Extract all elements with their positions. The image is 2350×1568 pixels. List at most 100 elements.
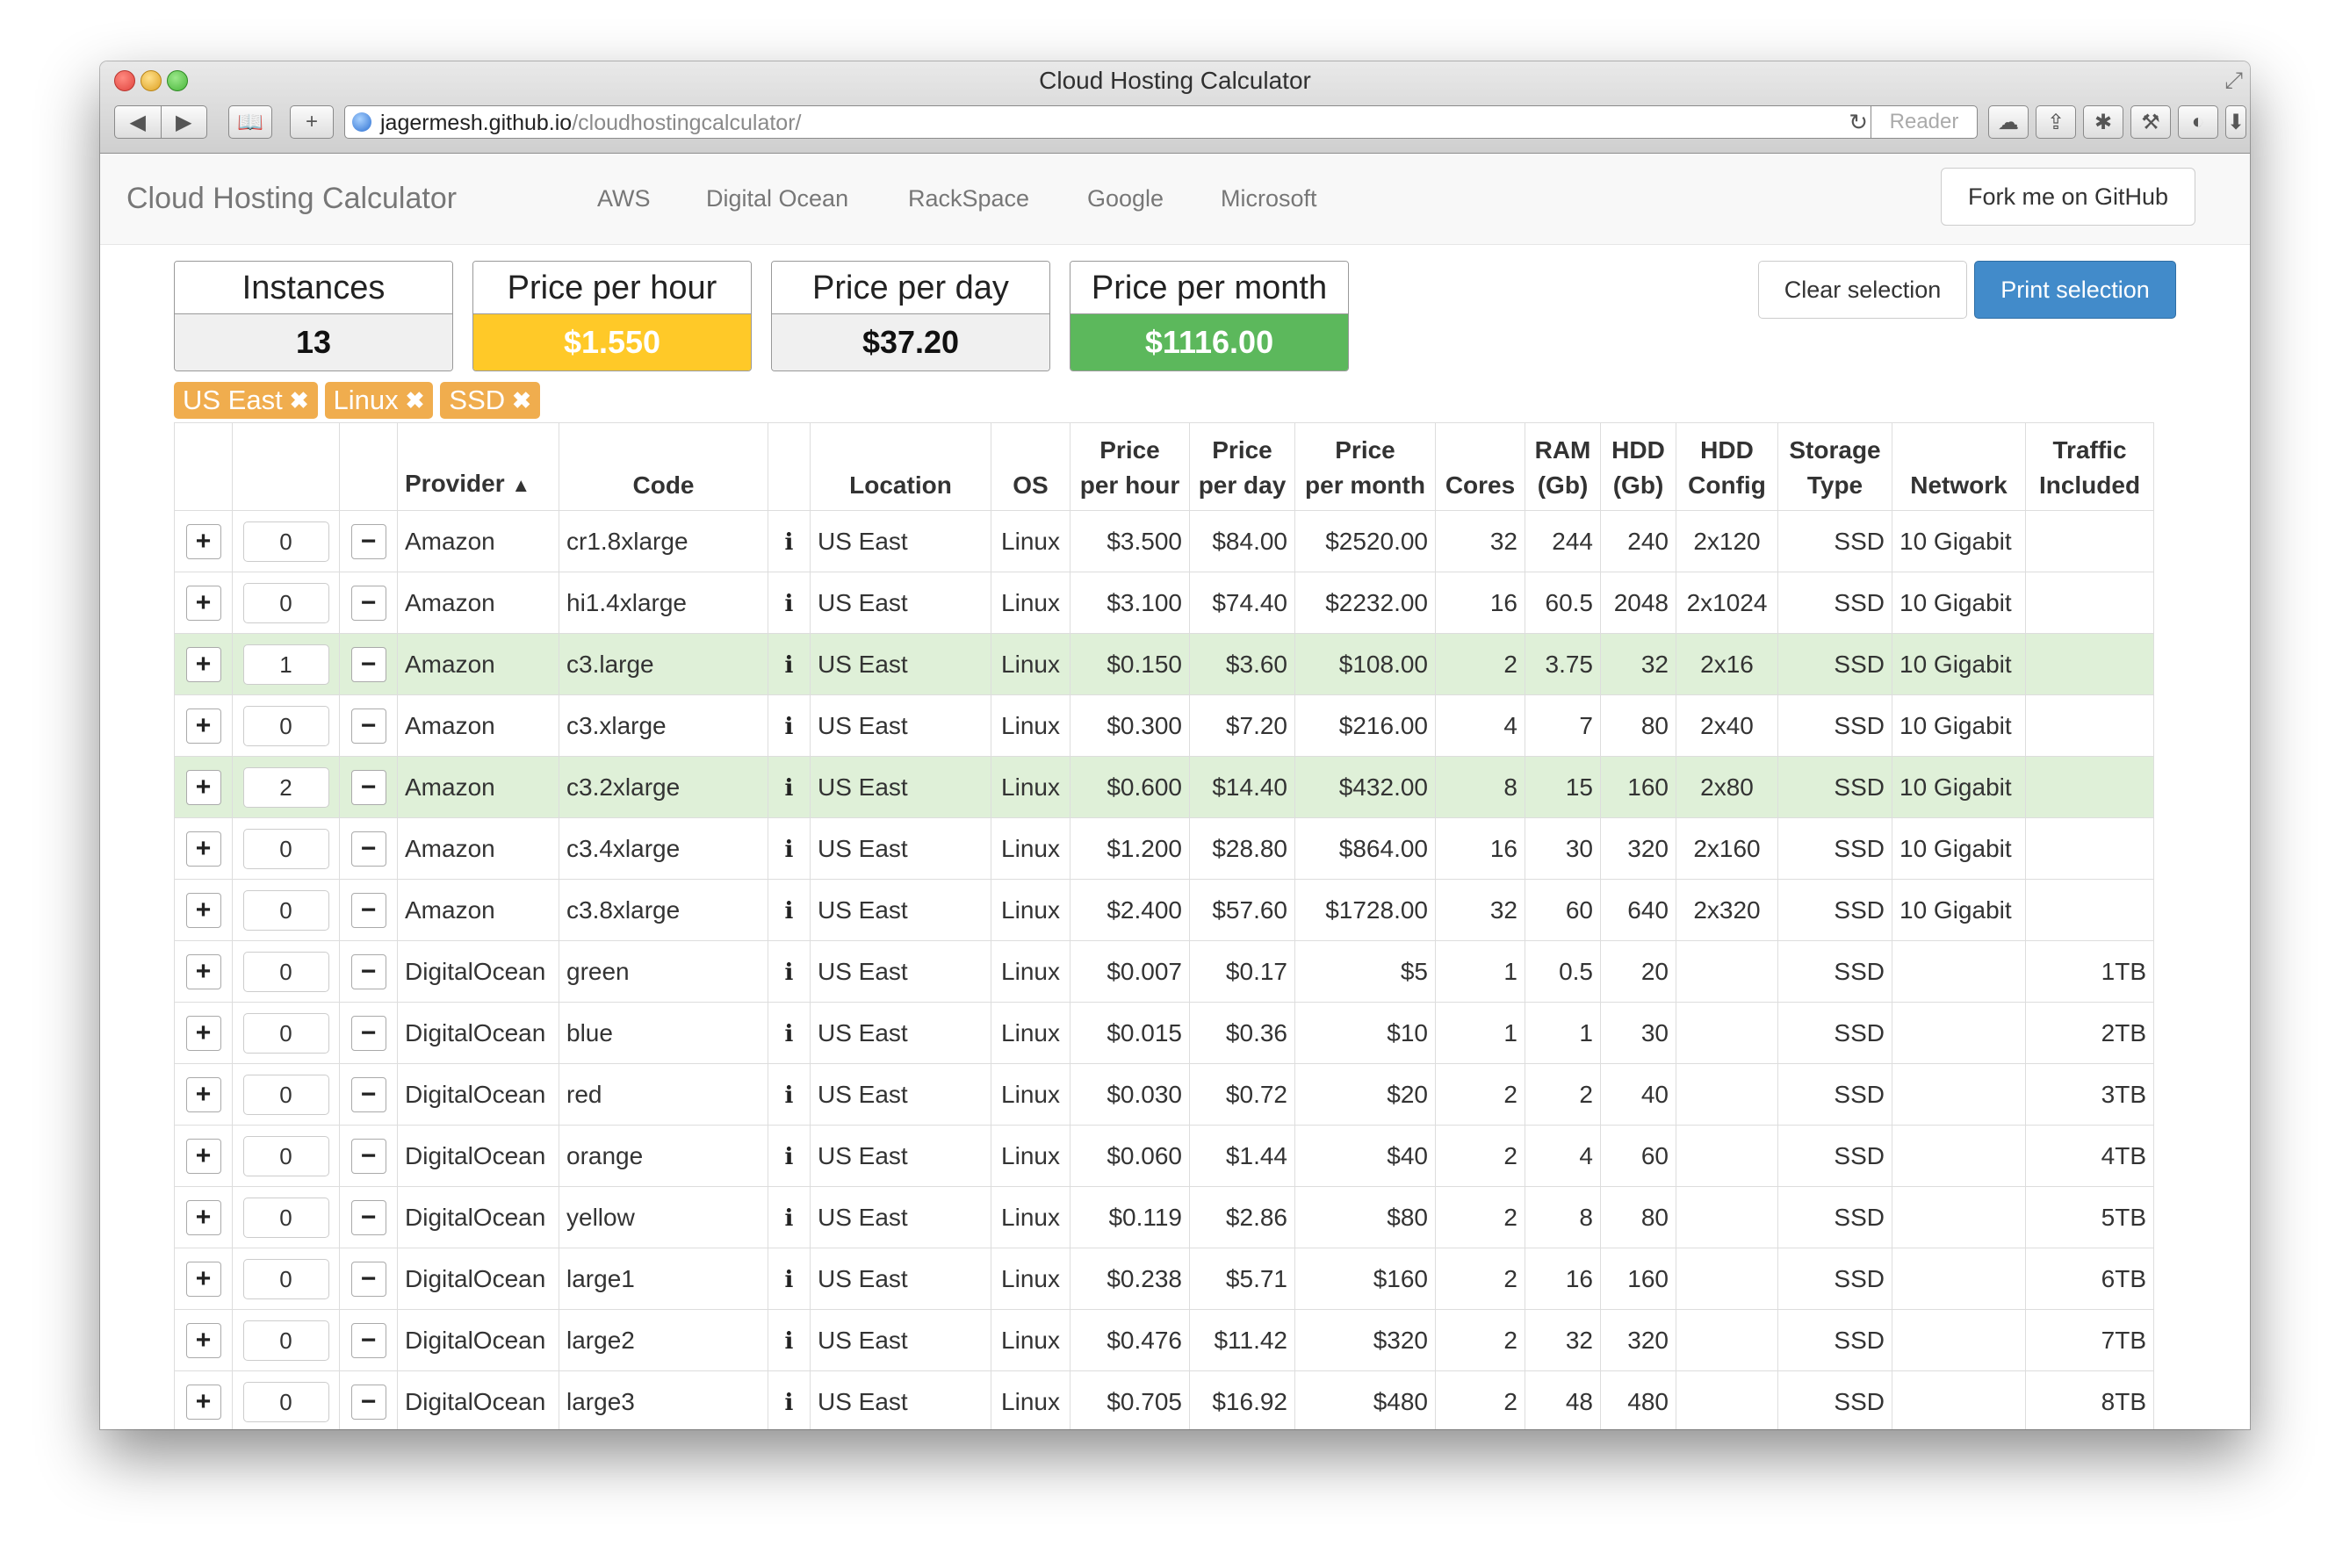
fullscreen-icon[interactable]: ⤢ [2224,67,2243,95]
storage-type-link[interactable]: SSD [1777,694,1892,757]
info-icon[interactable]: i [785,1390,794,1416]
quantity-input[interactable]: 0 [242,1135,329,1176]
nav-link-digital-ocean[interactable]: Digital Ocean [706,185,848,212]
add-instance-button[interactable]: + [185,646,221,682]
provider-link[interactable]: Amazon [397,510,559,572]
os-link[interactable]: Linux [991,1063,1070,1126]
ghost-icon[interactable]: ◐ [2178,105,2218,139]
quantity-input[interactable]: 0 [242,951,329,992]
provider-link[interactable]: Amazon [397,879,559,941]
header-hdd-config[interactable]: HDD Config [1676,422,1778,511]
bug-icon[interactable]: ✱ [2083,105,2123,139]
traffic-link[interactable]: 1TB [2025,940,2154,1003]
traffic-link[interactable] [2025,694,2154,757]
traffic-link[interactable] [2025,572,2154,634]
network-link[interactable] [1892,940,2026,1003]
new-tab-icon[interactable]: + [290,105,334,139]
network-link[interactable] [1892,1186,2026,1248]
icloud-icon[interactable]: ☁ [1988,105,2029,139]
os-link[interactable]: Linux [991,572,1070,634]
location-link[interactable]: US East [810,940,991,1003]
forward-icon[interactable]: ▶ [162,110,207,135]
add-instance-button[interactable]: + [185,585,221,621]
header-price-day[interactable]: Price per day [1189,422,1295,511]
header-network[interactable]: Network [1892,422,2026,511]
storage-type-link[interactable]: SSD [1777,1125,1892,1187]
fork-github-button[interactable]: Fork me on GitHub [1941,168,2195,226]
location-link[interactable]: US East [810,1370,991,1429]
info-icon[interactable]: i [785,960,794,986]
remove-instance-button[interactable]: − [350,1322,386,1358]
network-link[interactable] [1892,1309,2026,1371]
traffic-link[interactable] [2025,756,2154,818]
traffic-link[interactable] [2025,817,2154,880]
os-link[interactable]: Linux [991,1002,1070,1064]
network-link[interactable]: 10 Gigabit [1892,879,2026,941]
traffic-link[interactable] [2025,633,2154,695]
traffic-link[interactable]: 6TB [2025,1248,2154,1310]
quantity-input[interactable]: 0 [242,1320,329,1361]
wrench-icon[interactable]: ⚒ [2130,105,2171,139]
remove-instance-button[interactable]: − [350,953,386,989]
quantity-input[interactable]: 0 [242,1012,329,1054]
filter-tag-os[interactable]: Linux ✖ [324,382,434,419]
remove-instance-button[interactable]: − [350,892,386,928]
info-icon[interactable]: i [785,898,794,924]
add-instance-button[interactable]: + [185,1261,221,1297]
os-link[interactable]: Linux [991,1186,1070,1248]
provider-link[interactable]: DigitalOcean [397,1309,559,1371]
provider-link[interactable]: Amazon [397,817,559,880]
info-icon[interactable]: i [785,529,794,556]
header-os[interactable]: OS [991,422,1070,511]
quantity-input[interactable]: 0 [242,705,329,746]
add-instance-button[interactable]: + [185,523,221,559]
remove-instance-button[interactable]: − [350,1138,386,1174]
header-location[interactable]: Location [810,422,991,511]
info-icon[interactable]: i [785,1267,794,1293]
network-link[interactable]: 10 Gigabit [1892,694,2026,757]
provider-link[interactable]: Amazon [397,633,559,695]
info-icon[interactable]: i [785,1205,794,1232]
quantity-input[interactable]: 0 [242,1197,329,1238]
traffic-link[interactable] [2025,879,2154,941]
info-icon[interactable]: i [785,591,794,617]
print-selection-button[interactable]: Print selection [1974,261,2176,319]
os-link[interactable]: Linux [991,510,1070,572]
location-link[interactable]: US East [810,1186,991,1248]
provider-link[interactable]: Amazon [397,572,559,634]
remove-icon[interactable]: ✖ [406,387,425,414]
info-icon[interactable]: i [785,714,794,740]
network-link[interactable] [1892,1063,2026,1126]
remove-instance-button[interactable]: − [350,523,386,559]
traffic-link[interactable]: 7TB [2025,1309,2154,1371]
os-link[interactable]: Linux [991,1370,1070,1429]
bookmarks-icon[interactable]: 📖 [228,105,272,139]
network-link[interactable] [1892,1370,2026,1429]
quantity-input[interactable]: 0 [242,828,329,869]
reload-icon[interactable]: ↻ [1849,109,1868,136]
address-bar[interactable]: jagermesh.github.io/cloudhostingcalculat… [344,105,1978,139]
location-link[interactable]: US East [810,510,991,572]
network-link[interactable]: 10 Gigabit [1892,756,2026,818]
add-instance-button[interactable]: + [185,831,221,867]
info-icon[interactable]: i [785,837,794,863]
storage-type-link[interactable]: SSD [1777,1002,1892,1064]
clear-selection-button[interactable]: Clear selection [1758,261,1967,319]
network-link[interactable] [1892,1248,2026,1310]
add-instance-button[interactable]: + [185,1384,221,1420]
quantity-input[interactable]: 0 [242,582,329,623]
add-instance-button[interactable]: + [185,892,221,928]
quantity-input[interactable]: 0 [242,889,329,931]
header-hdd[interactable]: HDD (Gb) [1600,422,1676,511]
filter-tag-storage[interactable]: SSD ✖ [440,382,540,419]
location-link[interactable]: US East [810,1248,991,1310]
remove-instance-button[interactable]: − [350,1015,386,1051]
provider-link[interactable]: DigitalOcean [397,1125,559,1187]
storage-type-link[interactable]: SSD [1777,756,1892,818]
location-link[interactable]: US East [810,1063,991,1126]
location-link[interactable]: US East [810,879,991,941]
quantity-input[interactable]: 0 [242,1074,329,1115]
share-icon[interactable]: ⇪ [2036,105,2076,139]
os-link[interactable]: Linux [991,756,1070,818]
remove-instance-button[interactable]: − [350,1261,386,1297]
